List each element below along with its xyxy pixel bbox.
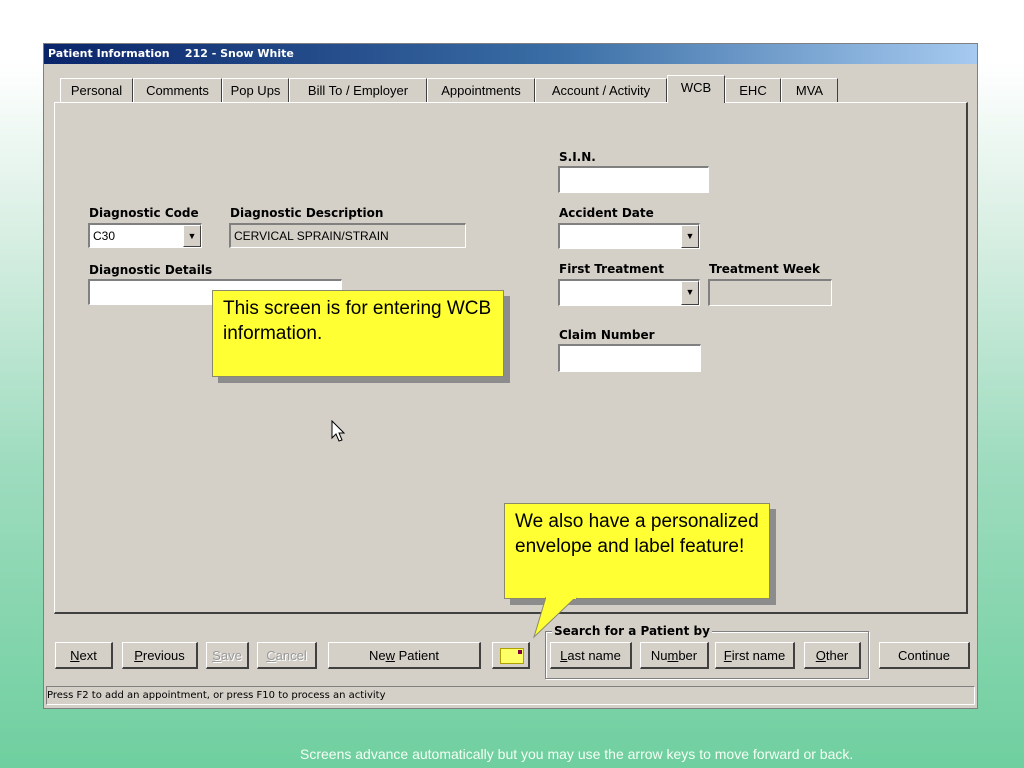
new-patient-label-pre: Ne [368, 648, 386, 663]
new-patient-button[interactable]: New Patient [328, 642, 481, 669]
diagnostic-code-dropdown[interactable]: C30 ▼ [88, 223, 202, 248]
diagnostic-code-value: C30 [93, 229, 116, 243]
tab-comments[interactable]: Comments [133, 78, 222, 102]
treatment-week-label: Treatment Week [709, 262, 820, 276]
next-label: ext [79, 648, 97, 663]
chevron-down-icon[interactable]: ▼ [183, 225, 201, 247]
stamp-icon [518, 650, 522, 654]
number-label-pre: Nu [650, 648, 668, 663]
tab-mva[interactable]: MVA [781, 78, 838, 102]
window-title: Patient Information 212 - Snow White [44, 44, 977, 64]
diagnostic-details-label: Diagnostic Details [89, 263, 213, 277]
mouse-cursor-icon [331, 420, 346, 442]
search-first-name-button[interactable]: First name [715, 642, 795, 669]
new-patient-label-post: Patient [394, 648, 440, 663]
callout-tail [532, 597, 577, 639]
sin-input[interactable] [558, 166, 709, 193]
save-label: ave [220, 648, 242, 663]
tab-account-activity[interactable]: Account / Activity [535, 78, 667, 102]
treatment-week-field [708, 279, 832, 306]
cancel-mnemonic: C [266, 648, 276, 663]
other-mnemonic: O [815, 648, 826, 663]
diagnostic-code-label: Diagnostic Code [89, 206, 199, 220]
cancel-label: ancel [275, 648, 307, 663]
last-name-label: ast name [567, 648, 621, 663]
search-last-name-button[interactable]: Last name [550, 642, 632, 669]
previous-mnemonic: P [134, 648, 143, 663]
first-treatment-label: First Treatment [559, 262, 664, 276]
envelope-button[interactable] [492, 642, 530, 669]
claim-number-label: Claim Number [559, 328, 655, 342]
wcb-info-callout: This screen is for entering WCB informat… [212, 290, 504, 377]
other-label: ther [825, 648, 849, 663]
first-name-label: irst name [731, 648, 786, 663]
sin-label: S.I.N. [559, 150, 596, 164]
previous-button[interactable]: Previous [122, 642, 198, 669]
chevron-down-icon[interactable]: ▼ [681, 281, 699, 305]
first-name-mnemonic: F [723, 648, 732, 663]
search-other-button[interactable]: Other [804, 642, 861, 669]
status-bar: Press F2 to add an appointment, or press… [46, 686, 975, 705]
tab-ehc[interactable]: EHC [725, 78, 781, 102]
first-treatment-dropdown[interactable]: ▼ [558, 279, 700, 306]
diagnostic-description-field: CERVICAL SPRAIN/STRAIN [229, 223, 466, 248]
chevron-down-icon[interactable]: ▼ [681, 225, 699, 248]
save-button[interactable]: Save [206, 642, 249, 669]
tab-bill-to-employer[interactable]: Bill To / Employer [289, 78, 427, 102]
accident-date-dropdown[interactable]: ▼ [558, 223, 700, 249]
envelope-feature-callout: We also have a personalized envelope and… [504, 503, 770, 599]
claim-number-input[interactable] [558, 344, 701, 372]
new-patient-mnemonic: w [385, 648, 395, 663]
footer-hint: Screens advance automatically but you ma… [300, 746, 854, 762]
continue-button[interactable]: Continue [879, 642, 970, 669]
tab-pop-ups[interactable]: Pop Ups [222, 78, 289, 102]
envelope-icon [500, 648, 524, 664]
accident-date-label: Accident Date [559, 206, 654, 220]
cancel-button[interactable]: Cancel [257, 642, 317, 669]
number-mnemonic: m [667, 648, 679, 663]
previous-label: revious [142, 648, 185, 663]
tab-wcb[interactable]: WCB [667, 75, 725, 103]
search-number-button[interactable]: Number [640, 642, 709, 669]
tab-personal[interactable]: Personal [60, 78, 133, 102]
diagnostic-description-label: Diagnostic Description [230, 206, 384, 220]
next-button[interactable]: Next [55, 642, 113, 669]
save-mnemonic: S [212, 648, 221, 663]
number-label-post: ber [678, 648, 698, 663]
tab-appointments[interactable]: Appointments [427, 78, 535, 102]
next-mnemonic: N [70, 648, 80, 663]
patient-information-window: Patient Information 212 - Snow White Per… [43, 43, 978, 709]
